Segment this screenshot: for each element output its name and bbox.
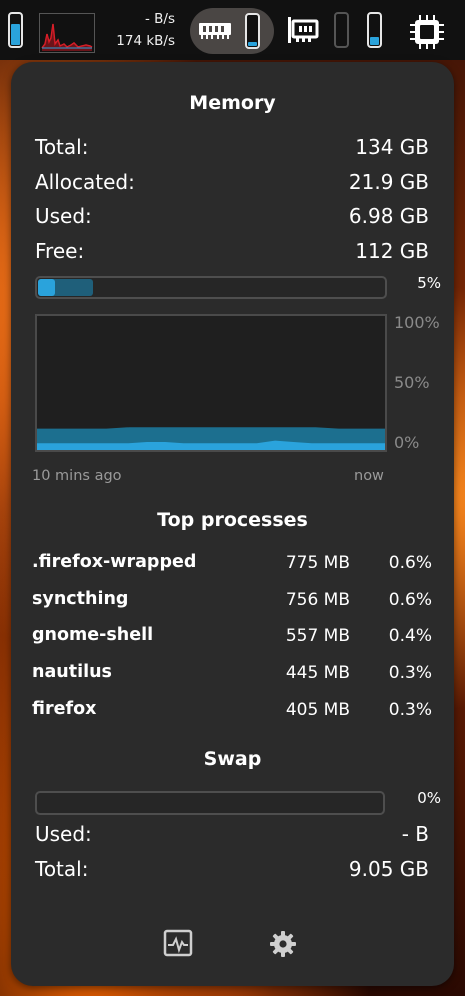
x-label-start: 10 mins ago [32,468,122,484]
process-memory: 756 MB [285,590,350,610]
network-card-icon[interactable] [287,16,319,50]
memory-usage-progress [35,276,387,299]
free-label: Free: [35,239,85,263]
free-value: 112 GB [355,239,429,263]
memory-title: Memory [189,92,276,114]
network-graph[interactable] [39,13,95,53]
memory-usage-bar [245,13,260,49]
y-label-100: 100% [394,313,440,332]
used-label: Used: [35,204,92,228]
memory-usage-percent: 5% [417,274,441,292]
swap-total-label: Total: [35,857,89,881]
memory-icon [198,21,232,45]
system-monitor-icon [162,929,194,964]
process-memory: 445 MB [285,663,350,683]
process-memory: 405 MB [285,700,350,720]
memory-history-chart [35,314,387,452]
process-percent: 0.3% [388,700,432,720]
memory-history-svg [37,427,385,450]
memory-indicator-button[interactable] [190,8,274,54]
process-name: nautilus [32,662,112,682]
download-speed: 174 kB/s [116,33,175,49]
process-name: .firefox-wrapped [32,552,197,572]
total-value: 134 GB [355,135,429,159]
y-label-50: 50% [394,373,430,392]
process-memory: 557 MB [285,626,350,646]
swap-usage-progress [35,791,385,815]
y-label-0: 0% [394,433,420,452]
process-percent: 0.6% [388,553,432,573]
allocated-label: Allocated: [35,170,135,194]
settings-button[interactable] [267,928,299,960]
swap-title: Swap [203,748,262,770]
settings-gear-icon [267,931,299,964]
swap-total-value: 9.05 GB [348,857,429,881]
process-percent: 0.4% [388,626,432,646]
process-name: syncthing [32,589,129,609]
top-panel: - B/s 174 kB/s [0,0,465,60]
process-name: firefox [32,699,97,719]
cpu-chip-icon[interactable] [409,14,445,54]
process-name: gnome-shell [32,625,154,645]
disk-bar[interactable] [367,12,382,48]
swap-used-value: - B [401,822,429,846]
swap-used-label: Used: [35,822,92,846]
x-label-end: now [354,468,384,484]
total-label: Total: [35,135,89,159]
system-monitor-button[interactable] [162,928,194,960]
memory-popover: Memory Total: 134 GB Allocated: 21.9 GB … [11,62,454,986]
used-value: 6.98 GB [348,204,429,228]
top-processes-title: Top processes [157,509,308,531]
process-percent: 0.6% [388,590,432,610]
process-memory: 775 MB [285,553,350,573]
network-bar[interactable] [334,12,349,48]
upload-speed: - B/s [144,11,175,27]
allocated-value: 21.9 GB [348,170,429,194]
used-fill [38,279,55,296]
cpu-usage-bar[interactable] [8,12,23,48]
process-percent: 0.3% [388,663,432,683]
swap-usage-percent: 0% [417,789,441,807]
